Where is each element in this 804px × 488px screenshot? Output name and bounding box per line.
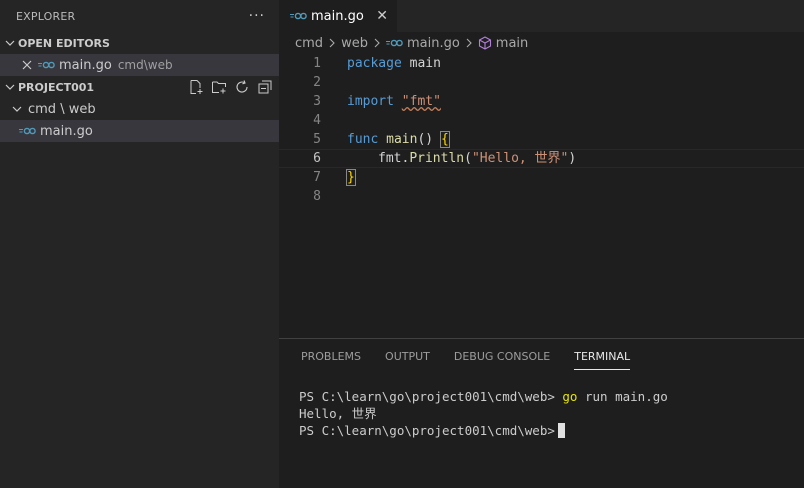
chevron-down-icon bbox=[2, 82, 18, 92]
terminal-prompt: PS C:\learn\go\project001\cmd\web> bbox=[299, 389, 555, 404]
project-label: PROJECT001 bbox=[18, 80, 95, 94]
collapse-all-icon[interactable] bbox=[257, 79, 273, 95]
terminal-line: PS C:\learn\go\project001\cmd\web> bbox=[299, 422, 804, 439]
tab-bar: main.go ✕ bbox=[279, 0, 804, 32]
chevron-right-icon bbox=[464, 38, 474, 48]
code-keyword: package bbox=[347, 56, 402, 71]
breadcrumb-file-label: main.go bbox=[406, 35, 460, 51]
line-number: 1 bbox=[313, 56, 321, 71]
terminal-command-go: go bbox=[562, 389, 578, 404]
new-file-icon[interactable] bbox=[188, 79, 204, 95]
line-number: 2 bbox=[313, 75, 321, 90]
open-editors-section[interactable]: OPEN EDITORS bbox=[0, 32, 279, 54]
tab-problems[interactable]: PROBLEMS bbox=[301, 339, 361, 374]
open-editor-path: cmd\web bbox=[117, 58, 173, 72]
terminal[interactable]: PS C:\learn\go\project001\cmd\web> go ru… bbox=[279, 374, 804, 439]
terminal-command-args: run main.go bbox=[585, 389, 668, 404]
chevron-down-icon bbox=[12, 104, 22, 114]
code-string: "fmt" bbox=[401, 94, 441, 109]
tab-main-go[interactable]: main.go ✕ bbox=[279, 0, 397, 32]
code-parens: () bbox=[417, 132, 434, 147]
code-line-8: 8 bbox=[279, 187, 804, 206]
breadcrumb: cmd web main.go main bbox=[279, 32, 804, 54]
code-line-4: 4 bbox=[279, 111, 804, 130]
line-number: 3 bbox=[313, 94, 321, 109]
breadcrumb-cmd[interactable]: cmd bbox=[295, 36, 323, 51]
explorer-actions bbox=[188, 79, 273, 95]
chevron-right-icon bbox=[372, 38, 382, 48]
file-item-main-go[interactable]: main.go bbox=[0, 120, 279, 142]
chevron-right-icon bbox=[327, 38, 337, 48]
code-line-5: 5 func main() { bbox=[279, 130, 804, 149]
code-line-1: 1 package main bbox=[279, 54, 804, 73]
line-number: 7 bbox=[313, 170, 321, 185]
explorer-sidebar: EXPLORER ··· OPEN EDITORS main.go cmd\we… bbox=[0, 0, 279, 488]
terminal-output: Hello, 世界 bbox=[299, 406, 377, 421]
go-file-icon bbox=[19, 127, 36, 135]
go-file-icon bbox=[38, 61, 55, 69]
breadcrumb-file[interactable]: main.go bbox=[385, 35, 460, 51]
code-keyword: func bbox=[347, 132, 379, 147]
code-editor[interactable]: 1 package main 2 3 import "fmt" 4 5 func… bbox=[279, 54, 804, 206]
tab-debug-console[interactable]: DEBUG CONSOLE bbox=[454, 339, 550, 374]
panel-tabs: PROBLEMS OUTPUT DEBUG CONSOLE TERMINAL bbox=[279, 339, 804, 374]
cube-icon bbox=[478, 36, 492, 50]
breadcrumb-symbol[interactable]: main bbox=[478, 36, 528, 51]
go-file-icon bbox=[290, 12, 307, 20]
code-package-name: main bbox=[409, 56, 441, 71]
code-brace: } bbox=[346, 169, 356, 186]
folder-item-cmd-web[interactable]: cmd \ web bbox=[0, 98, 279, 120]
code-string: "Hello, 世界" bbox=[471, 151, 569, 166]
breadcrumb-symbol-label: main bbox=[495, 35, 529, 51]
file-label: main.go bbox=[40, 123, 93, 139]
tab-output[interactable]: OUTPUT bbox=[385, 339, 430, 374]
open-editors-label: OPEN EDITORS bbox=[18, 36, 110, 50]
terminal-prompt: PS C:\learn\go\project001\cmd\web> bbox=[299, 423, 555, 438]
bottom-panel: PROBLEMS OUTPUT DEBUG CONSOLE TERMINAL P… bbox=[279, 338, 804, 488]
close-icon[interactable] bbox=[22, 60, 32, 70]
code-keyword: import bbox=[347, 94, 394, 109]
refresh-icon[interactable] bbox=[234, 79, 250, 95]
code-function: main bbox=[386, 132, 418, 147]
project-section[interactable]: PROJECT001 bbox=[0, 76, 279, 98]
more-actions-icon[interactable]: ··· bbox=[249, 8, 265, 24]
code-brace: { bbox=[439, 131, 450, 148]
close-tab-icon[interactable]: ✕ bbox=[376, 8, 388, 24]
go-file-icon bbox=[385, 39, 403, 47]
line-number: 4 bbox=[313, 113, 321, 128]
terminal-cursor bbox=[557, 423, 565, 438]
open-editor-item[interactable]: main.go cmd\web bbox=[0, 54, 279, 76]
editor-area: main.go ✕ cmd web main.go main 1 package… bbox=[279, 0, 804, 338]
explorer-title: EXPLORER bbox=[16, 9, 76, 23]
line-number: 6 bbox=[313, 151, 321, 166]
open-editor-filename: main.go bbox=[59, 57, 112, 73]
tab-terminal[interactable]: TERMINAL bbox=[574, 339, 630, 374]
chevron-down-icon bbox=[2, 38, 18, 48]
code-line-6: 6 fmt.Println("Hello, 世界") bbox=[279, 149, 804, 168]
terminal-line: PS C:\learn\go\project001\cmd\web> go ru… bbox=[299, 388, 804, 405]
breadcrumb-web[interactable]: web bbox=[341, 36, 368, 51]
code-line-7: 7 } bbox=[279, 168, 804, 187]
new-folder-icon[interactable] bbox=[211, 79, 227, 95]
line-number: 8 bbox=[313, 189, 321, 204]
code-package-ref: fmt bbox=[378, 151, 402, 166]
folder-label: cmd \ web bbox=[28, 101, 96, 117]
line-number: 5 bbox=[313, 132, 321, 147]
explorer-header: EXPLORER ··· bbox=[0, 0, 279, 32]
code-line-3: 3 import "fmt" bbox=[279, 92, 804, 111]
code-function: Println bbox=[409, 151, 465, 166]
code-line-2: 2 bbox=[279, 73, 804, 92]
tab-label: main.go bbox=[311, 8, 364, 24]
